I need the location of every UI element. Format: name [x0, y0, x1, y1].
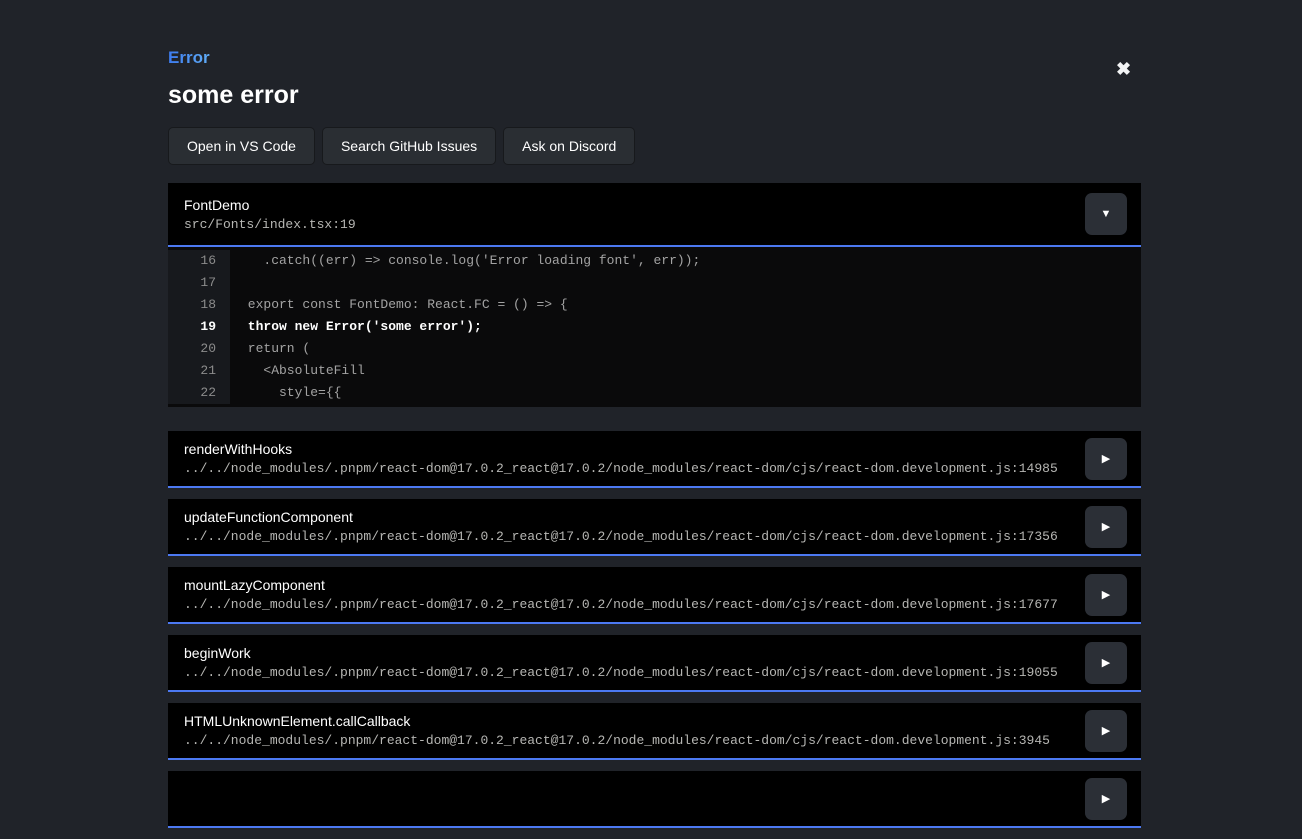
- frame-source-location: ../../node_modules/.pnpm/react-dom@17.0.…: [184, 461, 1071, 476]
- chevron-right-icon: ▶: [1102, 792, 1110, 805]
- expand-frame-button[interactable]: ▶: [1085, 438, 1127, 480]
- frame-source-location: ../../node_modules/.pnpm/react-dom@17.0.…: [184, 597, 1071, 612]
- collapse-frame-button[interactable]: ▼: [1085, 193, 1127, 235]
- stack-frame-row[interactable]: updateFunctionComponent ../../node_modul…: [168, 499, 1141, 556]
- action-button[interactable]: Search GitHub Issues: [322, 127, 496, 165]
- frame-function-name: mountLazyComponent: [184, 577, 1071, 594]
- stack-frame-row[interactable]: renderWithHooks ../../node_modules/.pnpm…: [168, 431, 1141, 488]
- action-button[interactable]: Ask on Discord: [503, 127, 635, 165]
- code-line: 22 style={{: [168, 382, 1141, 404]
- action-button-label: Ask on Discord: [522, 138, 616, 154]
- code-line: 20 return (: [168, 338, 1141, 360]
- action-button-label: Search GitHub Issues: [341, 138, 477, 154]
- line-source: return (: [230, 338, 310, 360]
- chevron-down-icon: ▼: [1101, 208, 1112, 220]
- code-line: 21 <AbsoluteFill: [168, 360, 1141, 382]
- code-line: 16 .catch((err) => console.log('Error lo…: [168, 250, 1141, 272]
- line-number: 17: [168, 272, 230, 294]
- line-number: 16: [168, 250, 230, 272]
- expand-frame-button[interactable]: ▶: [1085, 710, 1127, 752]
- chevron-right-icon: ▶: [1102, 724, 1110, 737]
- frame-function-name: beginWork: [184, 645, 1071, 662]
- line-source: <AbsoluteFill: [230, 360, 365, 382]
- close-icon[interactable]: ✖: [1116, 60, 1131, 78]
- code-frame-header[interactable]: FontDemo src/Fonts/index.tsx:19 ▼: [168, 183, 1141, 247]
- stack-trace-list: renderWithHooks ../../node_modules/.pnpm…: [168, 431, 1141, 828]
- expand-frame-button[interactable]: ▶: [1085, 506, 1127, 548]
- frame-function-name: renderWithHooks: [184, 441, 1071, 458]
- line-number: 21: [168, 360, 230, 382]
- error-message: some error: [168, 81, 1141, 110]
- action-buttons: Open in VS Code Search GitHub Issues Ask…: [168, 127, 1141, 165]
- line-source: export const FontDemo: React.FC = () => …: [230, 294, 568, 316]
- frame-source-location: ../../node_modules/.pnpm/react-dom@17.0.…: [184, 733, 1071, 748]
- frame-function-name: FontDemo: [184, 197, 1071, 214]
- line-source: throw new Error('some error');: [230, 316, 482, 338]
- stack-frame-row[interactable]: HTMLUnknownElement.callCallback ../../no…: [168, 703, 1141, 760]
- line-source: [230, 272, 240, 294]
- line-number: 19: [168, 316, 230, 338]
- chevron-right-icon: ▶: [1102, 452, 1110, 465]
- code-line: 18 export const FontDemo: React.FC = () …: [168, 294, 1141, 316]
- expand-frame-button[interactable]: ▶: [1085, 642, 1127, 684]
- expand-frame-button[interactable]: ▶: [1085, 778, 1127, 820]
- chevron-right-icon: ▶: [1102, 520, 1110, 533]
- chevron-right-icon: ▶: [1102, 588, 1110, 601]
- stack-frame-row[interactable]: beginWork ../../node_modules/.pnpm/react…: [168, 635, 1141, 692]
- source-code-block: 16 .catch((err) => console.log('Error lo…: [168, 247, 1141, 407]
- error-overlay: Error some error ✖ Open in VS Code Searc…: [168, 0, 1141, 839]
- chevron-right-icon: ▶: [1102, 656, 1110, 669]
- code-line: 19 throw new Error('some error');: [168, 316, 1141, 338]
- frame-source-location: src/Fonts/index.tsx:19: [184, 217, 1071, 232]
- frame-source-location: ../../node_modules/.pnpm/react-dom@17.0.…: [184, 665, 1071, 680]
- line-number: 22: [168, 382, 230, 404]
- action-button[interactable]: Open in VS Code: [168, 127, 315, 165]
- action-button-label: Open in VS Code: [187, 138, 296, 154]
- frame-function-name: updateFunctionComponent: [184, 509, 1071, 526]
- line-number: 20: [168, 338, 230, 360]
- error-type-label: Error: [168, 48, 210, 68]
- line-number: 18: [168, 294, 230, 316]
- line-source: .catch((err) => console.log('Error loadi…: [230, 250, 700, 272]
- line-source: style={{: [230, 382, 341, 404]
- stack-frame-row[interactable]: ▶: [168, 771, 1141, 828]
- stack-frame-row[interactable]: mountLazyComponent ../../node_modules/.p…: [168, 567, 1141, 624]
- expand-frame-button[interactable]: ▶: [1085, 574, 1127, 616]
- frame-source-location: ../../node_modules/.pnpm/react-dom@17.0.…: [184, 529, 1071, 544]
- code-frame: FontDemo src/Fonts/index.tsx:19 ▼ 16 .ca…: [168, 183, 1141, 407]
- code-line: 17: [168, 272, 1141, 294]
- frame-function-name: HTMLUnknownElement.callCallback: [184, 713, 1071, 730]
